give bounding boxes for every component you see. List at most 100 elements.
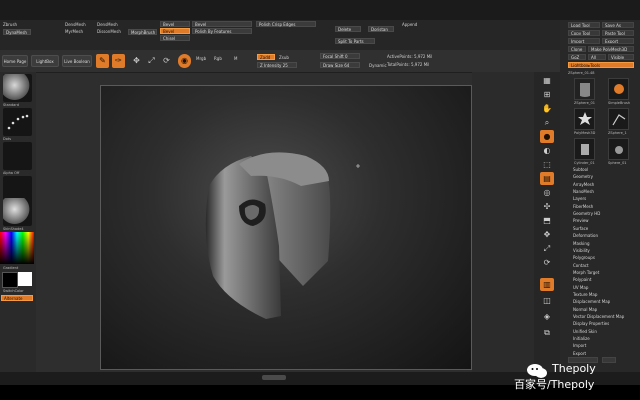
draw-icon[interactable]: ✑ [112, 54, 125, 68]
tool-thumb-zsphere[interactable] [574, 78, 595, 100]
linefill-icon[interactable]: ▥ [540, 278, 554, 291]
zoom-icon[interactable]: ⌕ [540, 116, 554, 129]
subpalette-item[interactable]: Morph Target [573, 270, 599, 276]
rgb-toggle[interactable]: Rgb [214, 56, 222, 62]
paste-tool-button[interactable]: Paste Tool [602, 30, 634, 36]
actual-icon[interactable]: ● [540, 130, 554, 143]
scrollbar-thumb[interactable] [262, 375, 286, 380]
secondary-color-swatch[interactable] [2, 272, 18, 288]
polish-crisp-slider[interactable]: Polish Crisp Edges [256, 21, 316, 27]
copy-tool-button[interactable]: Copy Tool [568, 30, 600, 36]
home-page-button[interactable]: Home Page [2, 55, 28, 67]
tool-thumb-cylinder[interactable] [574, 138, 595, 160]
xpose-icon[interactable]: ⧉ [540, 326, 554, 339]
rotate-icon[interactable]: ⟳ [160, 54, 173, 68]
chisel-field[interactable]: Chisel [160, 35, 190, 41]
split-to-parts-button[interactable]: Split To Parts [335, 38, 375, 44]
tool-thumb-sphere[interactable] [608, 138, 629, 160]
alpha-thumbnail[interactable] [3, 142, 32, 170]
lightbox-button[interactable]: LightBox [31, 55, 59, 67]
subpalette-item[interactable]: Texture Map [573, 292, 597, 298]
move-view-icon[interactable]: ✥ [540, 228, 554, 241]
subpalette-item[interactable]: ArrayMesh [573, 182, 594, 188]
goz-button[interactable]: GoZ [568, 54, 586, 60]
subpalette-item[interactable]: Preview [573, 218, 589, 224]
subpalette-item[interactable]: Polypaint [573, 277, 591, 283]
draw-size-slider[interactable]: Draw Size 64 [320, 62, 360, 68]
zsub-toggle[interactable]: Zsub [279, 55, 289, 61]
rotate-view-icon[interactable]: ⟳ [540, 256, 554, 269]
subpalette-item[interactable]: Contact [573, 263, 589, 269]
tool-thumb-simplebrush[interactable] [608, 78, 629, 100]
subpalette-item[interactable]: Normal Map [573, 307, 597, 313]
move-icon[interactable]: ✥ [130, 54, 143, 68]
subpalette-item[interactable]: NanoMesh [573, 189, 594, 195]
subpalette-item[interactable]: Export [573, 351, 586, 357]
menu-item[interactable]: DissonMesh [97, 29, 121, 35]
subpalette-item[interactable]: Polygroups [573, 255, 595, 261]
solo-icon[interactable]: ◈ [540, 310, 554, 323]
make-polymesh-button[interactable]: Make PolyMesh3D [588, 46, 634, 52]
scale-icon[interactable]: ⤢ [145, 54, 158, 68]
all-button[interactable]: All [588, 54, 606, 60]
subpalette-item[interactable]: Vector Displacement Map [573, 314, 624, 320]
canvas-viewport[interactable] [100, 85, 472, 370]
subpalette-item[interactable]: Geometry HD [573, 211, 600, 217]
persp-icon[interactable]: ⬚ [540, 158, 554, 171]
subpalette-item[interactable]: Deformation [573, 233, 598, 239]
3d-model-render[interactable] [101, 86, 471, 369]
subpalette-item[interactable]: Subtool [573, 167, 588, 173]
menu-item[interactable]: DensMesh [65, 22, 86, 28]
live-boolean-button[interactable]: Live Boolean [62, 55, 92, 67]
bevel-field-active[interactable]: Bevel [160, 28, 190, 34]
polish-features-slider[interactable]: Polish By Features [192, 28, 252, 34]
gizmo-icon[interactable]: ◉ [178, 54, 191, 68]
primary-color-swatch[interactable] [18, 272, 32, 286]
subpalette-item[interactable]: Import [573, 343, 586, 349]
local-icon[interactable]: ◎ [540, 186, 554, 199]
brush-thumbnail[interactable] [3, 74, 32, 102]
scale-view-icon[interactable]: ⤢ [540, 242, 554, 255]
lightbox-tools-button[interactable]: Lightbox▸Tools [568, 62, 634, 68]
subpalette-item[interactable]: Surface [573, 226, 588, 232]
load-tool-button[interactable]: Load Tool [568, 22, 600, 28]
stroke-thumbnail[interactable] [3, 108, 32, 136]
subpalette-item[interactable]: Display Properties [573, 321, 609, 327]
mrgb-toggle[interactable]: Mrgb [196, 56, 206, 62]
scroll-icon[interactable]: ✋ [540, 102, 554, 115]
gxyz-icon[interactable]: ✣ [540, 200, 554, 213]
material-thumbnail[interactable] [3, 198, 32, 226]
subpalette-item[interactable]: Visibility [573, 248, 590, 254]
import-button[interactable]: Import [568, 38, 600, 44]
menu-item[interactable]: Zbrush [3, 22, 17, 28]
menu-item[interactable]: MyrMesh [65, 29, 83, 35]
subpalette-item[interactable]: Masking [573, 241, 590, 247]
tool-thumb-zsphere-1[interactable] [608, 108, 629, 130]
subpalette-item[interactable]: Geometry [573, 174, 593, 180]
delete-button[interactable]: Delete [335, 26, 361, 32]
spix-icon[interactable]: ⊞ [540, 88, 554, 101]
aahalf-icon[interactable]: ◐ [540, 144, 554, 157]
transp-icon[interactable]: ◫ [540, 294, 554, 307]
tool-thumb-polymesh[interactable] [574, 108, 595, 130]
subpalette-item[interactable]: Initialize [573, 336, 590, 342]
zadd-toggle[interactable]: Zadd [257, 54, 275, 60]
z-intensity-slider[interactable]: Z Intensity 25 [257, 62, 297, 68]
subpalette-item[interactable]: Displacement Map [573, 299, 610, 305]
menu-item[interactable]: DensMesh [97, 22, 118, 28]
morphbrush-button[interactable]: MorphBrush [128, 29, 157, 35]
frame-icon[interactable]: ⬒ [540, 214, 554, 227]
dynamesh-button[interactable]: DynaMesh [3, 29, 31, 35]
bevel-field[interactable]: Bevel [160, 21, 190, 27]
save-as-button[interactable]: Save As [602, 22, 634, 28]
clone-button[interactable]: Clone [568, 46, 586, 52]
edit-icon[interactable]: ✎ [96, 54, 109, 68]
subpalette-item[interactable]: Layers [573, 196, 586, 202]
focal-shift-slider[interactable]: Focal Shift 0 [320, 53, 360, 59]
subpalette-item[interactable]: FiberMesh [573, 204, 593, 210]
bevel-slider[interactable]: Bevel [192, 21, 252, 27]
alternate-button[interactable]: Alternate [1, 295, 33, 301]
append-button[interactable]: Append [402, 22, 417, 28]
subpalette-item[interactable]: Unified Skin [573, 329, 597, 335]
dynamic-toggle[interactable]: Dynamic [369, 63, 387, 69]
